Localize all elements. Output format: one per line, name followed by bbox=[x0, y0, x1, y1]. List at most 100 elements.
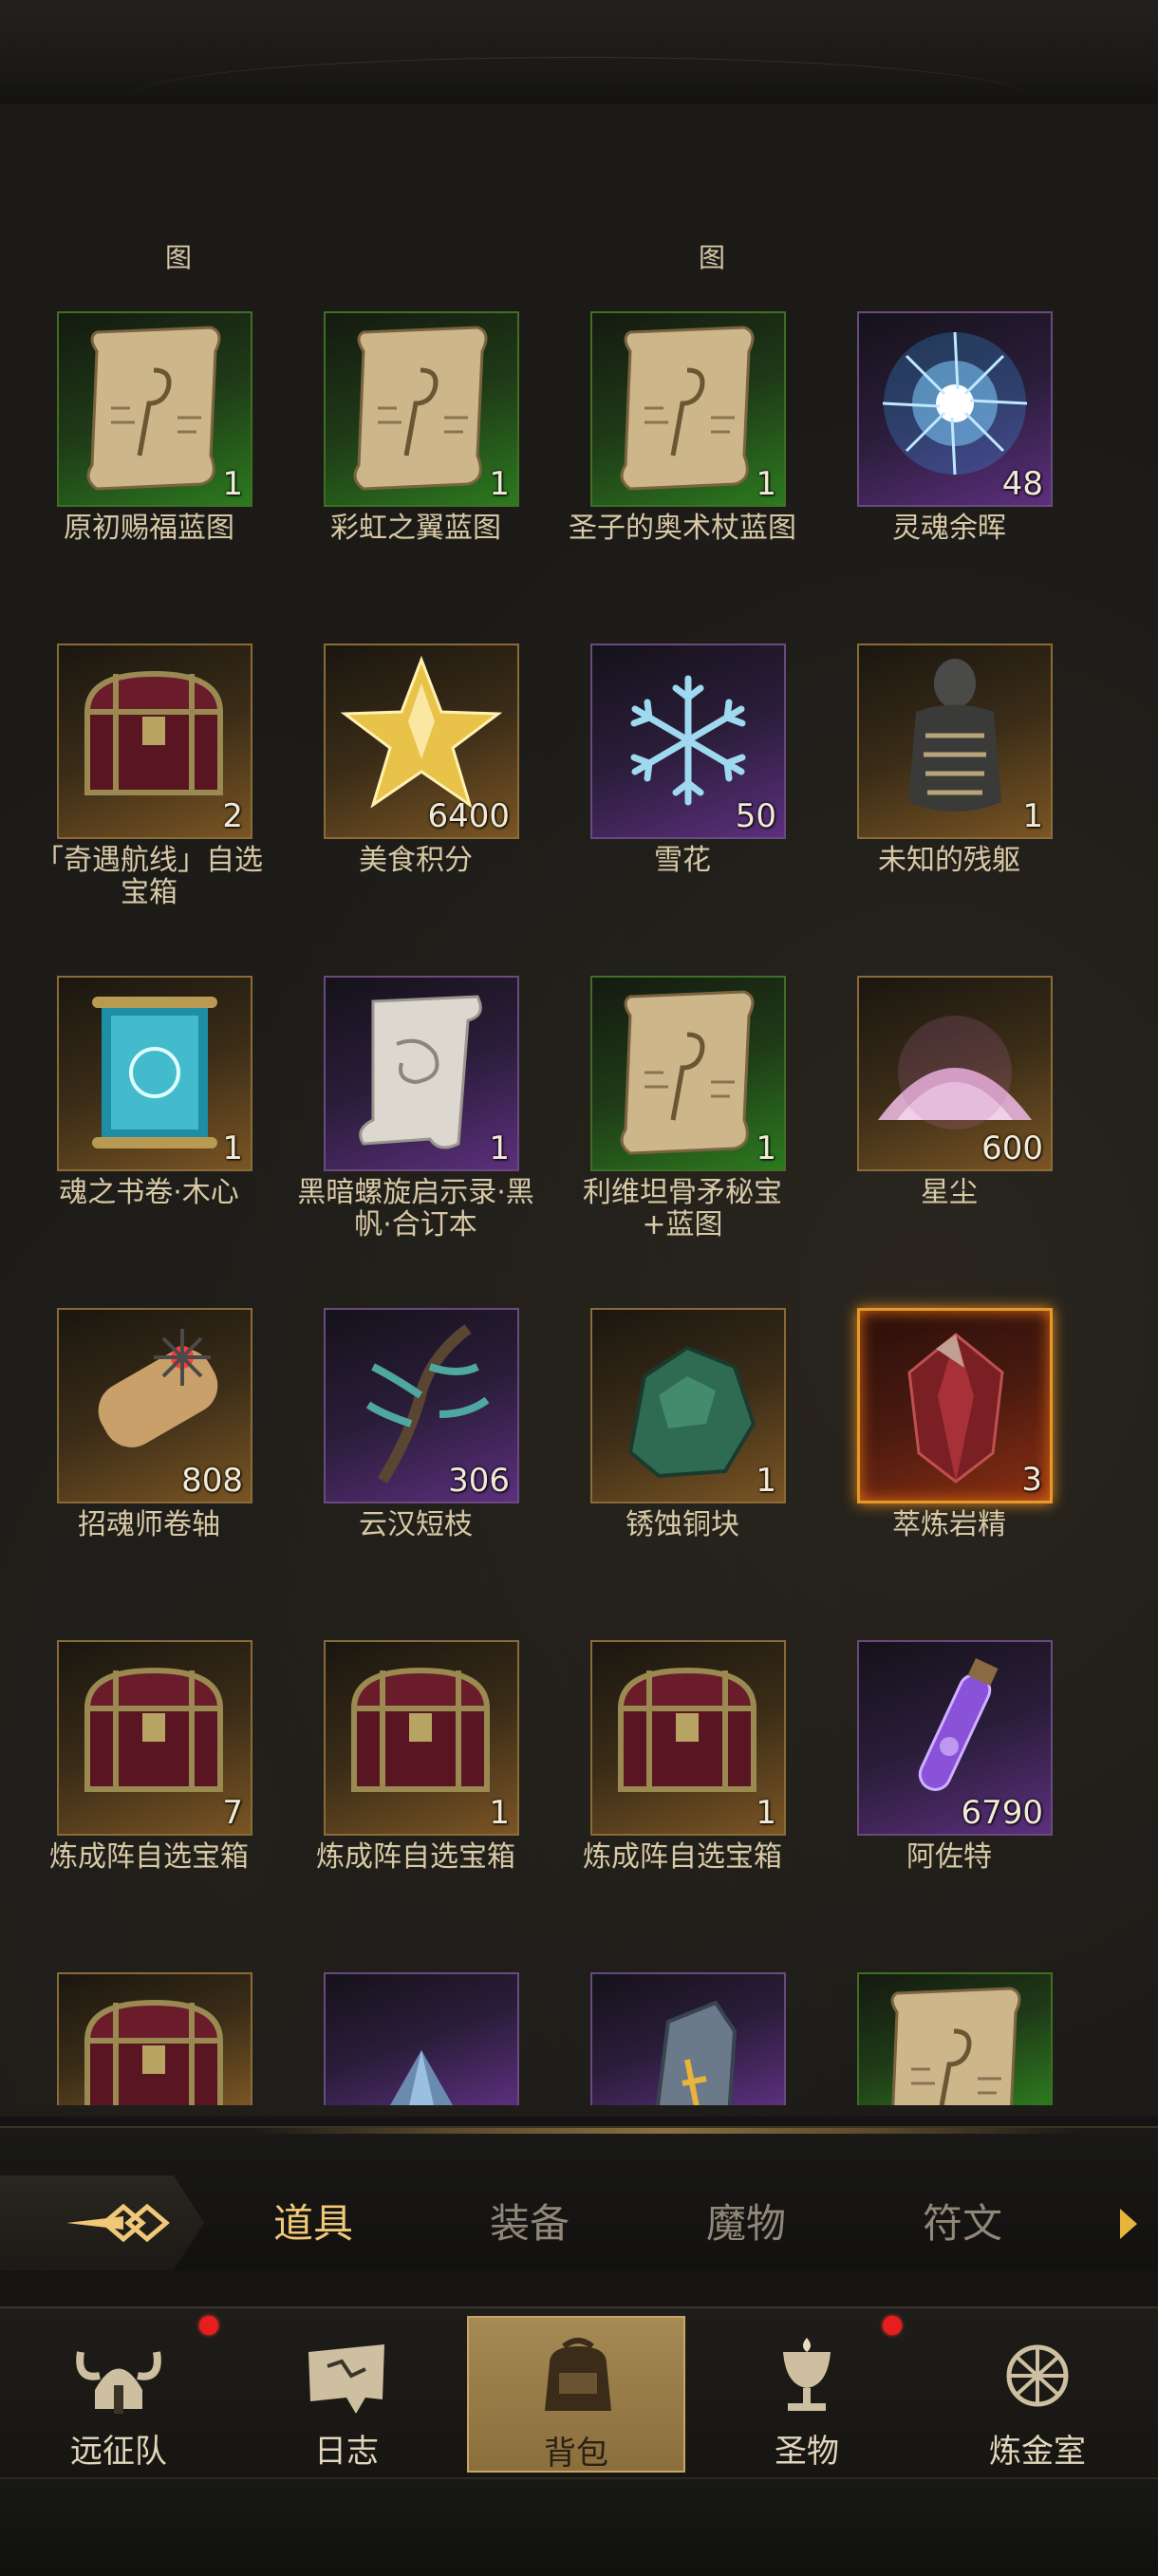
item-quantity: 1 bbox=[222, 465, 243, 503]
item-tile: 306 bbox=[324, 1308, 519, 1503]
inventory-grid[interactable]: 图 图 1 原初赐福蓝图 1 彩虹之翼蓝图 1 圣子的奥术杖蓝图 48 灵魂余晖 2 「奇遇航线」… bbox=[0, 104, 1158, 2117]
item-tile: 1 bbox=[324, 1640, 519, 1836]
item-name: 萃炼岩精 bbox=[892, 1508, 1006, 1541]
scroll-fade bbox=[0, 2107, 1158, 2117]
item-quantity: 50 bbox=[735, 797, 776, 835]
inventory-item[interactable] bbox=[35, 1972, 263, 2117]
item-tile: 1 bbox=[590, 1640, 786, 1836]
item-quantity: 306 bbox=[448, 1462, 510, 1500]
inventory-item[interactable]: 7 炼成阵自选宝箱 bbox=[35, 1640, 263, 1925]
item-quantity: 1 bbox=[756, 1462, 776, 1500]
inventory-item[interactable]: 1 彩虹之翼蓝图 bbox=[302, 311, 530, 596]
item-tile: 1 bbox=[57, 311, 252, 507]
item-quantity: 1 bbox=[489, 1794, 510, 1832]
inventory-item[interactable]: 1 原初赐福蓝图 bbox=[35, 311, 263, 596]
item-name: 云汉短枝 bbox=[359, 1508, 473, 1541]
inventory-item[interactable]: 808 招魂师卷轴 bbox=[35, 1308, 263, 1593]
item-quantity: 600 bbox=[981, 1129, 1043, 1167]
inventory-item[interactable] bbox=[835, 1972, 1063, 2117]
inventory-item[interactable]: 1 炼成阵自选宝箱 bbox=[302, 1640, 530, 1925]
item-quantity: 7 bbox=[222, 1794, 243, 1832]
item-quantity: 1 bbox=[489, 465, 510, 503]
tab-scroll-right-icon[interactable] bbox=[1120, 2209, 1137, 2239]
item-name: 美食积分 bbox=[359, 844, 473, 877]
item-tile: 7 bbox=[57, 1640, 252, 1836]
alchemy-icon bbox=[1006, 2344, 1069, 2407]
nav-label: 背包 bbox=[544, 2435, 608, 2473]
bottom-frame bbox=[0, 2477, 1158, 2576]
item-name: 炼成阵自选宝箱 bbox=[49, 1840, 249, 1874]
item-tile: 1 bbox=[857, 644, 1053, 839]
chalice-icon bbox=[783, 2338, 831, 2411]
inventory-item[interactable]: 1 魂之书卷·木心 bbox=[35, 976, 263, 1260]
item-tile: 808 bbox=[57, 1308, 252, 1503]
item-tile bbox=[324, 1972, 519, 2105]
rune-stone-icon bbox=[655, 2000, 738, 2105]
inventory-item[interactable]: 6790 阿佐特 bbox=[835, 1640, 1063, 1925]
item-tile: 1 bbox=[590, 976, 786, 1171]
item-name: 招魂师卷轴 bbox=[78, 1508, 220, 1541]
inventory-item[interactable]: 3 萃炼岩精 bbox=[835, 1308, 1063, 1593]
back-button[interactable] bbox=[0, 2175, 204, 2270]
inventory-item[interactable]: 306 云汉短枝 bbox=[302, 1308, 530, 1593]
item-name: 炼成阵自选宝箱 bbox=[316, 1840, 515, 1874]
item-quantity: 6400 bbox=[427, 797, 510, 835]
item-quantity: 1 bbox=[1022, 797, 1043, 835]
item-name: 魂之书卷·木心 bbox=[59, 1176, 239, 1209]
inventory-item[interactable]: 1 圣子的奥术杖蓝图 bbox=[569, 311, 796, 596]
notification-dot bbox=[199, 2316, 218, 2335]
map-scroll-icon bbox=[308, 2344, 384, 2414]
item-quantity: 1 bbox=[756, 465, 776, 503]
backpack-icon bbox=[545, 2338, 611, 2411]
tab-monsters[interactable]: 魔物 bbox=[661, 2192, 831, 2249]
top-frame bbox=[0, 0, 1158, 106]
nav-expedition[interactable]: 远征队 bbox=[9, 2316, 228, 2473]
bottom-nav: 远征队 日志 背包 圣物 炼金室 bbox=[0, 2306, 1158, 2479]
inventory-item[interactable]: 1 锈蚀铜块 bbox=[569, 1308, 796, 1593]
item-name: 炼成阵自选宝箱 bbox=[583, 1840, 782, 1874]
item-name: 利维坦骨矛秘宝+蓝图 bbox=[583, 1176, 782, 1241]
inventory-item[interactable]: 600 星尘 bbox=[835, 976, 1063, 1260]
tab-runes[interactable]: 符文 bbox=[877, 2192, 1048, 2249]
tab-items[interactable]: 道具 bbox=[228, 2192, 399, 2249]
item-name: 未知的残躯 bbox=[878, 844, 1020, 877]
item-quantity: 2 bbox=[222, 797, 243, 835]
clipped-item-label: 图 bbox=[698, 242, 726, 273]
item-quantity: 1 bbox=[756, 1794, 776, 1832]
inventory-item[interactable]: 50 雪花 bbox=[569, 644, 796, 928]
item-tile: 1 bbox=[590, 311, 786, 507]
inventory-item[interactable]: 1 黑暗螺旋启示录·黑帆·合订本 bbox=[297, 976, 534, 1260]
item-tile: 6790 bbox=[857, 1640, 1053, 1836]
nav-backpack[interactable]: 背包 bbox=[467, 2316, 685, 2473]
inventory-item[interactable]: 2 「奇遇航线」自选宝箱 bbox=[35, 644, 263, 928]
tab-equipment[interactable]: 装备 bbox=[444, 2192, 615, 2249]
nav-alchemy[interactable]: 炼金室 bbox=[928, 2316, 1147, 2473]
item-name: 锈蚀铜块 bbox=[626, 1508, 739, 1541]
nav-journal[interactable]: 日志 bbox=[237, 2316, 456, 2473]
inventory-item[interactable]: 1 利维坦骨矛秘宝+蓝图 bbox=[569, 976, 796, 1260]
item-tile bbox=[57, 1972, 252, 2105]
inventory-item[interactable] bbox=[302, 1972, 530, 2117]
back-arrow-icon bbox=[66, 2203, 170, 2243]
nav-relics[interactable]: 圣物 bbox=[698, 2316, 916, 2473]
item-tile: 48 bbox=[857, 311, 1053, 507]
inventory-item[interactable]: 1 未知的残躯 bbox=[835, 644, 1063, 928]
treasure-chest-icon bbox=[84, 1999, 224, 2105]
item-tile: 1 bbox=[324, 976, 519, 1171]
item-name: 黑暗螺旋启示录·黑帆·合订本 bbox=[297, 1176, 534, 1241]
item-name: 圣子的奥术杖蓝图 bbox=[569, 512, 796, 545]
item-name: 「奇遇航线」自选宝箱 bbox=[35, 844, 263, 909]
viking-helmet-icon bbox=[76, 2351, 161, 2414]
inventory-item[interactable]: 48 灵魂余晖 bbox=[835, 311, 1063, 596]
item-name: 灵魂余晖 bbox=[892, 512, 1006, 545]
inventory-item[interactable]: 1 炼成阵自选宝箱 bbox=[569, 1640, 796, 1925]
inventory-item[interactable] bbox=[569, 1972, 796, 2117]
inventory-item[interactable]: 6400 美食积分 bbox=[302, 644, 530, 928]
item-tile: 600 bbox=[857, 976, 1053, 1171]
clipped-item-label: 图 bbox=[164, 242, 193, 273]
item-quantity: 6790 bbox=[961, 1794, 1043, 1832]
item-quantity: 1 bbox=[222, 1129, 243, 1167]
notification-dot bbox=[883, 2316, 902, 2335]
item-tile: 1 bbox=[324, 311, 519, 507]
item-quantity: 1 bbox=[756, 1129, 776, 1167]
